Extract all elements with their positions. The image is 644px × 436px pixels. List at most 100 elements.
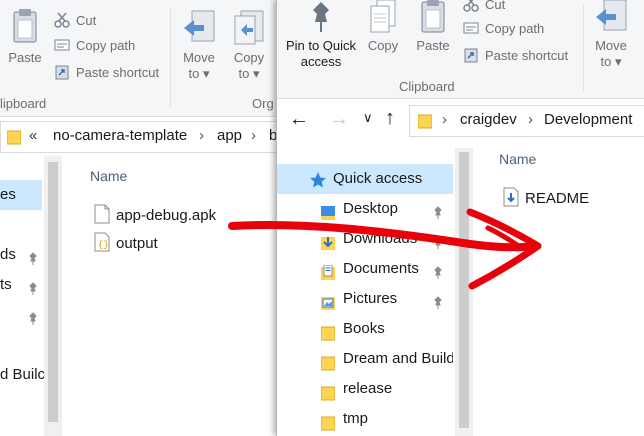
cut-button[interactable]: Cut	[463, 0, 505, 15]
nav-item-label: Documents	[343, 260, 419, 277]
nav-item-quick-access[interactable]: Quick access	[277, 164, 453, 194]
nav-item-quick-access-partial[interactable]: es	[0, 180, 42, 210]
back-arrow-icon[interactable]: ←	[289, 108, 309, 131]
pin-icon	[26, 307, 40, 337]
nav-item-downloads[interactable]: Downloads	[277, 224, 453, 254]
front-address-bar-area: ← → ∨ ↑ › craigdev › Development	[277, 99, 644, 143]
nav-item-label: Dream and Build	[343, 350, 453, 367]
clipboard-group-label: lipboard	[0, 96, 47, 111]
folder-icon	[7, 130, 21, 145]
file-item-app-debug-apk[interactable]: app-debug.apk	[94, 204, 216, 228]
move-to-icon	[596, 0, 627, 31]
paste-button[interactable]: Paste	[4, 8, 46, 66]
nav-item-documents-partial[interactable]: ts	[0, 270, 42, 300]
ribbon-separator	[583, 4, 584, 92]
move-to-button[interactable]: Move to ▾	[176, 10, 222, 82]
breadcrumb-separator-icon: ›	[251, 127, 256, 144]
column-header-name[interactable]: Name	[90, 168, 127, 184]
copy-to-label: Copy	[233, 50, 265, 65]
nav-item-label: ds	[0, 246, 16, 263]
move-to-button[interactable]: Move to ▾	[589, 0, 633, 70]
back-address-bar-area: « no-camera-template › app › b	[0, 117, 300, 155]
breadcrumb-no-camera-template[interactable]: no-camera-template	[53, 127, 187, 144]
folder-icon	[320, 412, 336, 436]
back-address-bar[interactable]: « no-camera-template › app › b	[0, 121, 300, 153]
pin-icon	[313, 2, 329, 32]
nav-item-books[interactable]: Books	[277, 314, 453, 344]
file-item-readme[interactable]: README	[503, 187, 589, 211]
file-icon	[94, 204, 110, 228]
breadcrumb-separator-icon: ›	[442, 111, 447, 128]
file-name: output	[116, 234, 158, 252]
back-navigation-pane: es ds ts d Builc	[0, 156, 62, 436]
nav-item-pictures-partial[interactable]	[0, 300, 42, 330]
front-nav-scrollbar[interactable]	[455, 148, 473, 436]
nav-item-documents[interactable]: Documents	[277, 254, 453, 284]
nav-item-label: Downloads	[343, 230, 418, 247]
copy-path-label: Copy path	[485, 21, 545, 36]
copy-button[interactable]: Copy	[363, 0, 403, 54]
nav-item-dream-and-build[interactable]: Dream and Build	[277, 344, 453, 374]
scissors-icon	[54, 12, 70, 31]
clipboard-group-label: Clipboard	[399, 79, 455, 94]
move-to-label: Move	[183, 50, 215, 65]
copy-to-button[interactable]: Copy to ▾	[228, 10, 270, 82]
clipboard-icon	[421, 0, 445, 33]
back-ribbon: Paste Cut Copy path Paste shortcut Move	[0, 0, 300, 117]
nav-item-release[interactable]: release	[277, 374, 453, 404]
move-to-dropdown: to ▾	[188, 66, 210, 81]
nav-item-label: ts	[0, 276, 12, 293]
cut-label: Cut	[485, 0, 506, 12]
copy-path-icon	[463, 21, 479, 38]
clipboard-icon	[13, 9, 37, 43]
front-ribbon: Pin to Quick access Copy Paste Cut Copy …	[277, 0, 644, 99]
recent-locations-chevron-icon[interactable]: ∨	[363, 110, 373, 126]
pin-label-line2: access	[300, 54, 342, 69]
nav-item-label: Pictures	[343, 290, 398, 307]
nav-item-pictures[interactable]: Pictures	[277, 284, 453, 314]
copy-to-icon	[234, 10, 264, 45]
breadcrumb-development[interactable]: Development	[544, 111, 632, 128]
pin-to-quick-access-button[interactable]: Pin to Quick access	[279, 0, 363, 70]
paste-shortcut-button[interactable]: Paste shortcut	[463, 47, 568, 66]
breadcrumb-app[interactable]: app	[217, 127, 242, 144]
cut-button[interactable]: Cut	[54, 12, 96, 31]
cut-label: Cut	[76, 12, 97, 28]
nav-item-label: Books	[343, 320, 385, 337]
paste-shortcut-button[interactable]: Paste shortcut	[54, 64, 159, 83]
nav-item-label: d Builc	[0, 366, 46, 383]
nav-item-label: tmp	[343, 410, 369, 427]
paste-shortcut-icon	[463, 47, 479, 66]
paste-button[interactable]: Paste	[411, 0, 455, 54]
copy-path-button[interactable]: Copy path	[54, 38, 135, 55]
file-item-output[interactable]: {} output	[94, 232, 158, 256]
paste-label: Paste	[8, 50, 42, 65]
breadcrumb-overflow-chevron[interactable]: «	[29, 127, 37, 144]
nav-item-tmp[interactable]: tmp	[277, 404, 453, 434]
scrollbar-thumb[interactable]	[48, 162, 58, 422]
svg-text:{}: {}	[98, 240, 109, 250]
up-arrow-icon[interactable]: ↑	[385, 107, 395, 130]
nav-item-downloads-partial[interactable]: ds	[0, 240, 42, 270]
nav-item-label: es	[0, 186, 16, 203]
paste-label: Paste	[416, 38, 450, 53]
json-file-icon: {}	[94, 232, 110, 256]
back-nav-scrollbar[interactable]	[44, 156, 62, 436]
nav-item-desktop[interactable]: Desktop	[277, 194, 453, 224]
move-to-label: Move	[595, 38, 627, 53]
breadcrumb-separator-icon: ›	[528, 111, 533, 128]
scrollbar-thumb[interactable]	[459, 152, 469, 428]
breadcrumb-craigdev[interactable]: craigdev	[460, 111, 517, 128]
move-to-icon	[184, 10, 215, 42]
pin-label-line1: Pin to Quick	[285, 38, 357, 53]
copy-label: Copy	[367, 38, 399, 53]
copy-path-button[interactable]: Copy path	[463, 21, 544, 38]
organize-group-label: Org	[252, 96, 274, 111]
forward-arrow-icon[interactable]: →	[329, 108, 349, 131]
front-navigation-pane: Quick access Desktop Downloads Documents…	[277, 148, 473, 436]
nav-item-dream-and-build-partial[interactable]: d Builc	[0, 360, 46, 390]
paste-shortcut-label: Paste shortcut	[76, 64, 160, 80]
breadcrumb-separator-icon: ›	[199, 127, 204, 144]
column-header-name[interactable]: Name	[499, 151, 536, 167]
front-address-bar[interactable]: › craigdev › Development	[409, 105, 644, 137]
